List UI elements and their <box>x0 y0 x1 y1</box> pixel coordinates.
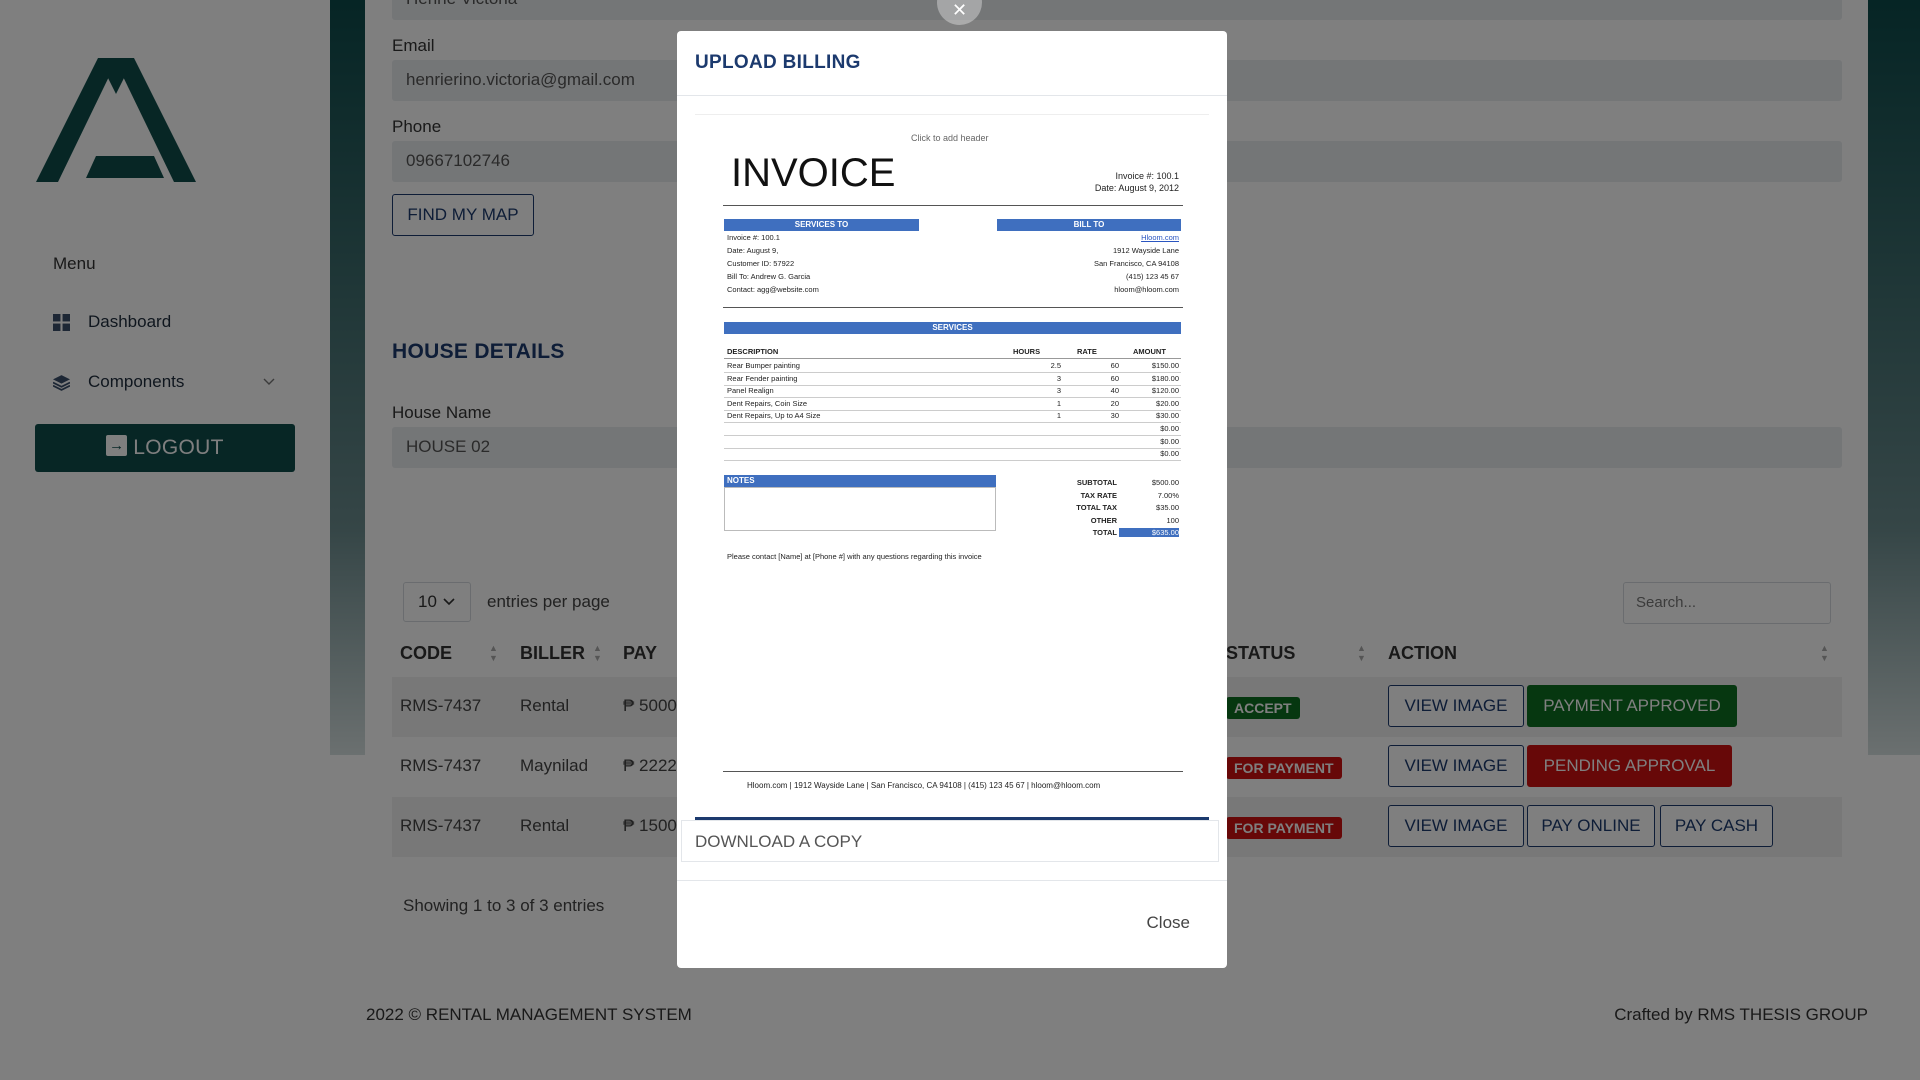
invoice-line-cell: 2.5 <box>1050 361 1061 370</box>
upload-billing-modal: UPLOAD BILLING Click to add header INVOI… <box>677 31 1227 968</box>
bill-to-line: San Francisco, CA 94108 <box>1093 259 1179 268</box>
notes-box <box>724 487 996 531</box>
column-amount: AMOUNT <box>1133 347 1166 356</box>
divider <box>677 95 1227 96</box>
invoice-line-cell: $0.00 <box>1160 449 1179 459</box>
rule <box>724 422 1181 424</box>
invoice-header-hint: Click to add header <box>911 133 989 143</box>
download-copy-link[interactable]: DOWNLOAD A COPY <box>681 820 1219 862</box>
total-label: TOTAL TAX <box>1076 503 1117 513</box>
invoice-line-cell: $20.00 <box>1156 398 1179 408</box>
invoice-line-cell: $30.00 <box>1156 411 1179 421</box>
services-to-line: Date: August 9, <box>727 246 779 255</box>
bill-to-bar: BILL TO <box>997 219 1181 231</box>
services-to-line: Contact: agg@website.com <box>727 285 819 294</box>
column-hours: HOURS <box>1013 347 1041 356</box>
rule <box>724 447 1181 449</box>
invoice-title: INVOICE <box>731 151 896 195</box>
total-label: SUBTOTAL <box>1076 478 1117 487</box>
rule <box>724 435 1181 436</box>
invoice-date: Date: August 9, 2012 <box>1094 183 1179 193</box>
close-button[interactable]: Close <box>1147 913 1190 933</box>
invoice-line-cell: 60 <box>1110 361 1119 370</box>
rule <box>724 358 1181 359</box>
invoice-line-cell: Dent Repairs, Coin Size <box>727 398 808 408</box>
invoice-line-cell: $0.00 <box>1160 424 1179 433</box>
column-description: DESCRIPTION <box>727 347 779 356</box>
invoice-line-cell: $180.00 <box>1151 373 1179 383</box>
invoice-line-cell: Panel Realign <box>727 386 774 396</box>
invoice-line-cell: $150.00 <box>1151 361 1179 370</box>
services-to-line: Bill To: Andrew G. Garcia <box>727 272 811 281</box>
invoice-line-cell: 3 <box>1056 386 1061 396</box>
total-value: 7.00% <box>1157 490 1179 500</box>
services-to-line: Invoice #: 100.1 <box>727 233 780 242</box>
invoice-line-cell: $120.00 <box>1151 386 1179 396</box>
total-value: $500.00 <box>1151 478 1179 487</box>
modal-title: UPLOAD BILLING <box>695 52 861 73</box>
invoice-line-cell: 1 <box>1056 398 1061 408</box>
invoice-footer: Hloom.com | 1912 Wayside Lane | San Fran… <box>747 781 1101 790</box>
bill-to-line: (415) 123 45 67 <box>1126 272 1179 281</box>
invoice-line-cell: 20 <box>1110 398 1119 408</box>
bill-to-line: hloom@hloom.com <box>1114 285 1179 294</box>
rule <box>723 205 1183 206</box>
column-rate: RATE <box>1077 347 1097 356</box>
invoice-line-cell: 30 <box>1110 411 1119 421</box>
invoice-line-cell: Rear Bumper painting <box>727 361 800 370</box>
invoice-line-cell: 3 <box>1056 373 1061 383</box>
invoice-line-cell: 40 <box>1110 386 1119 396</box>
invoice-line-cell: Rear Fender painting <box>727 373 798 383</box>
total-label: TAX RATE <box>1080 490 1117 500</box>
total-label: TOTAL <box>1092 528 1117 538</box>
invoice-number: Invoice #: 100.1 <box>1115 171 1179 181</box>
bill-to-line: Hloom.com <box>1141 233 1179 242</box>
services-to-bar: SERVICES TO <box>724 219 919 231</box>
total-value: 100 <box>1166 515 1179 525</box>
invoice-line-cell: Dent Repairs, Up to A4 Size <box>727 411 821 421</box>
notes-bar: NOTES <box>724 475 996 487</box>
invoice-line-cell: 1 <box>1056 411 1061 421</box>
rule <box>723 307 1183 308</box>
rule <box>723 771 1183 772</box>
services-to-line: Customer ID: 57922 <box>727 259 795 268</box>
divider <box>677 880 1227 881</box>
bill-to-line: 1912 Wayside Lane <box>1112 246 1179 255</box>
total-value: $35.00 <box>1156 503 1179 513</box>
services-bar: SERVICES <box>724 322 1181 334</box>
invoice-line-cell: $0.00 <box>1160 436 1179 446</box>
invoice-image: Click to add header INVOICE Invoice #: 1… <box>695 114 1209 820</box>
total-label: OTHER <box>1090 515 1117 525</box>
invoice-line-cell: 60 <box>1110 373 1119 383</box>
rule <box>724 460 1181 462</box>
contact-note: Please contact [Name] at [Phone #] with … <box>727 552 982 561</box>
total-value: $635.00 <box>1119 528 1179 538</box>
